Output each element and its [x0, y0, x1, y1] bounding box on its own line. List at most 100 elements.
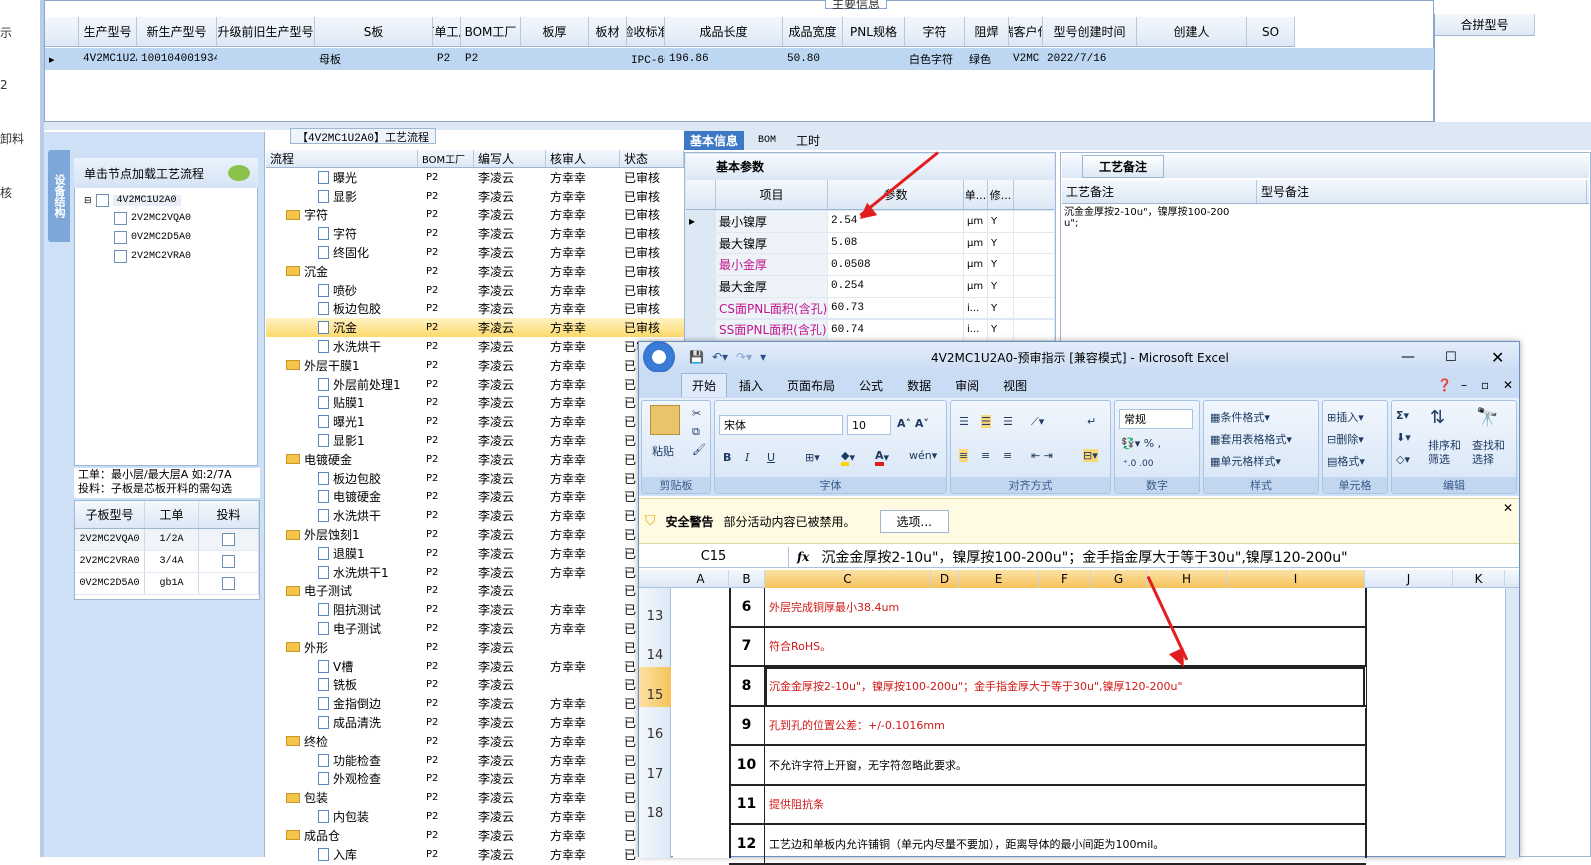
process-row[interactable]: 功能检查 P2 李凌云 方幸幸已: [266, 751, 684, 770]
checkbox-icon[interactable]: [222, 555, 235, 568]
splitter-bar[interactable]: [44, 122, 1591, 130]
table-row[interactable]: 7 符合RoHS。: [729, 627, 1366, 667]
column-header[interactable]: C: [765, 570, 931, 588]
process-row[interactable]: 水洗烘干1 P2 李凌云 方幸幸已: [266, 563, 684, 582]
row-header[interactable]: 14: [639, 628, 671, 668]
column-header[interactable]: 板材: [589, 17, 627, 46]
cell[interactable]: 10010400193452: [137, 48, 217, 70]
row-header[interactable]: 17: [639, 746, 671, 786]
param-row[interactable]: 最小金厚 0.0508 μm Y: [686, 254, 1054, 277]
table-row[interactable]: 8 沉金金厚按2-10u"，镍厚按100-200u"；金手指金厚大于等于30u",…: [729, 667, 1366, 707]
border-icon[interactable]: ⊞▾: [805, 451, 820, 464]
process-row[interactable]: 显影 P2 李凌云 方幸幸 已审核: [266, 187, 684, 206]
cell[interactable]: 2022/7/16: [1043, 48, 1137, 70]
column-header[interactable]: 新生产型号: [137, 17, 217, 46]
tab-device-structure[interactable]: 设备结构: [48, 150, 70, 242]
table-row[interactable]: 0V2MC2D5A0 gb1A: [75, 573, 259, 595]
param-value[interactable]: 5.08: [828, 232, 964, 254]
param-row[interactable]: 最大金厚 0.254 μm Y: [686, 276, 1054, 298]
cell[interactable]: 母板: [315, 48, 433, 70]
process-row[interactable]: 终检 P2 李凌云 方幸幸已: [266, 732, 684, 751]
cell[interactable]: IPC-6012 II级: [627, 48, 665, 70]
column-header[interactable]: D: [931, 570, 959, 588]
requirement-text[interactable]: 孔到孔的位置公差：+/-0.1016mm: [765, 707, 1366, 745]
process-row[interactable]: 金指倒边 P2 李凌云 方幸幸已: [266, 694, 684, 713]
options-button[interactable]: 选项...: [879, 509, 949, 533]
process-row[interactable]: 显影1 P2 李凌云 方幸幸已: [266, 431, 684, 450]
column-header[interactable]: BOM工厂: [461, 17, 521, 46]
row-header[interactable]: 16: [639, 707, 671, 747]
process-row[interactable]: 字符 P2 李凌云 方幸幸 已审核: [266, 206, 684, 225]
conditional-format-button[interactable]: ▦ 条件格式 ▾: [1210, 409, 1270, 425]
save-icon[interactable]: 💾: [689, 350, 704, 364]
requirement-text[interactable]: 外层完成铜厚最小38.4um: [765, 588, 1366, 626]
process-row[interactable]: 曝光1 P2 李凌云 方幸幸已: [266, 412, 684, 431]
process-row[interactable]: 电子测试 P2 李凌云已: [266, 582, 684, 601]
left-strip-item[interactable]: 卸料: [0, 130, 24, 147]
process-row[interactable]: 外观检查 P2 李凌云 方幸幸已: [266, 770, 684, 789]
param-value[interactable]: 2.54: [828, 211, 964, 232]
param-value[interactable]: 60.74: [828, 319, 964, 341]
align-center-icon[interactable]: ≡: [981, 449, 990, 462]
column-header[interactable]: A: [673, 570, 729, 588]
align-top-icon[interactable]: ☰: [959, 415, 969, 428]
param-value[interactable]: 0.254: [828, 276, 964, 297]
table-row[interactable]: 6 外层完成铜厚最小38.4um: [729, 588, 1366, 628]
param-value[interactable]: 60.73: [828, 297, 964, 319]
cell[interactable]: [217, 48, 315, 70]
process-row[interactable]: 字符 P2 李凌云 方幸幸 已审核: [266, 224, 684, 243]
table-row[interactable]: 2V2MC2VQA0 1/2A: [75, 529, 259, 551]
process-row[interactable]: 外层干膜1 P2 李凌云 方幸幸已: [266, 356, 684, 375]
cell[interactable]: 绿色: [965, 48, 1009, 70]
customize-icon[interactable]: ▾: [760, 350, 766, 364]
undo-icon[interactable]: ↶▾: [712, 350, 728, 364]
param-value[interactable]: 0.0508: [828, 254, 964, 276]
decimal-icon[interactable]: ⁺.0 .00: [1123, 459, 1154, 469]
fill-icon[interactable]: ⬇▾: [1396, 431, 1411, 444]
grow-font-icon[interactable]: A˄ A˅: [897, 417, 929, 430]
column-header[interactable]: 创建人: [1137, 17, 1247, 46]
cell[interactable]: [1247, 48, 1295, 70]
number-format-select[interactable]: 常规: [1119, 409, 1193, 429]
process-row[interactable]: 铣板 P2 李凌云已: [266, 676, 684, 695]
process-row[interactable]: 电镀硬金 P2 李凌云 方幸幸已: [266, 488, 684, 507]
tree-node[interactable]: ⊟ 4V2MC1U2A0: [84, 194, 181, 207]
help-icon[interactable]: ❓: [1437, 378, 1452, 392]
fill-color-icon[interactable]: ◆ ▾: [841, 449, 855, 466]
currency-icon[interactable]: 💱▾ % ,: [1121, 437, 1161, 450]
merge-icon[interactable]: ⊟▾: [1083, 449, 1098, 462]
param-row[interactable]: CS面PNL面积(含孔) 60.73 i... Y: [686, 297, 1054, 320]
process-row[interactable]: 外层蚀刻1 P2 李凌云 方幸幸已: [266, 525, 684, 544]
process-row[interactable]: 曝光 P2 李凌云 方幸幸 已审核: [266, 168, 684, 187]
process-row[interactable]: 终固化 P2 李凌云 方幸幸 已审核: [266, 243, 684, 262]
checkbox-icon[interactable]: [114, 250, 127, 263]
process-row[interactable]: V槽 P2 李凌云 方幸幸已: [266, 657, 684, 676]
process-row[interactable]: 包装 P2 李凌云 方幸幸已: [266, 788, 684, 807]
close-icon[interactable]: ✕: [1491, 348, 1504, 367]
tab-hours[interactable]: 工时: [790, 131, 826, 150]
table-row[interactable]: 9 孔到孔的位置公差：+/-0.1016mm: [729, 706, 1366, 746]
checkbox-icon[interactable]: [95, 194, 109, 207]
column-header[interactable]: 验收标准: [627, 17, 665, 46]
column-header[interactable]: 板厚: [521, 17, 589, 46]
cell[interactable]: 4V2MC1U2A0: [79, 48, 137, 70]
format-as-table-button[interactable]: ▦ 套用表格格式 ▾: [1210, 431, 1292, 447]
table-row[interactable]: 11 提供阻抗条: [729, 785, 1366, 825]
process-row[interactable]: 电子测试 P2 李凌云 方幸幸已: [266, 619, 684, 638]
left-strip-item[interactable]: 2: [0, 78, 8, 92]
tree-node[interactable]: 0V2MC2D5A0: [114, 231, 191, 244]
process-row[interactable]: 沉金 P2 李凌云 方幸幸 已审核: [266, 318, 684, 338]
cell[interactable]: 白色字符: [905, 48, 965, 70]
process-row[interactable]: 沉金 P2 李凌云 方幸幸 已审核: [266, 262, 684, 281]
column-header[interactable]: K: [1453, 570, 1505, 588]
cell[interactable]: [521, 48, 589, 70]
align-middle-icon[interactable]: ☰: [981, 415, 991, 428]
tab-home[interactable]: 开始: [681, 373, 728, 397]
process-row[interactable]: 阻抗测试 P2 李凌云 方幸幸已: [266, 600, 684, 619]
row-header[interactable]: 18: [639, 786, 671, 826]
cell[interactable]: [843, 48, 905, 70]
align-left-icon[interactable]: ≡: [959, 449, 969, 462]
checkbox-icon[interactable]: [222, 577, 235, 590]
column-header[interactable]: H: [1147, 570, 1227, 588]
autosum-icon[interactable]: Σ▾: [1396, 409, 1409, 422]
